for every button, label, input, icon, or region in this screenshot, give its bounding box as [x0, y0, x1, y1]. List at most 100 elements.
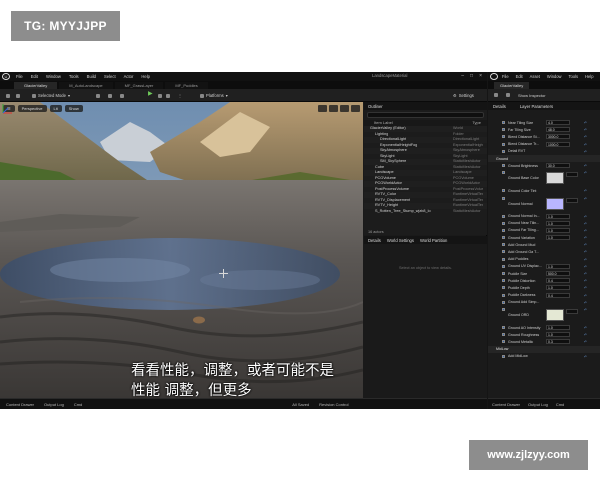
- save-button[interactable]: [494, 92, 498, 98]
- maximize-icon[interactable]: □: [470, 73, 473, 79]
- parameter-override-checkbox[interactable]: [502, 221, 505, 225]
- parameter-override-checkbox[interactable]: [502, 236, 505, 240]
- parameter-override-checkbox[interactable]: [502, 264, 505, 268]
- more-icon[interactable]: ⋮: [178, 92, 182, 99]
- reset-to-default-icon[interactable]: ↶: [584, 164, 587, 168]
- tab-world-settings[interactable]: World Settings: [387, 238, 414, 243]
- parameter-override-checkbox[interactable]: [502, 135, 505, 139]
- parameter-value-input[interactable]: 0.3: [546, 339, 570, 345]
- parameter-override-checkbox[interactable]: [502, 340, 505, 344]
- cinematics-icon[interactable]: [120, 92, 124, 99]
- play-icon[interactable]: ▶: [148, 90, 153, 97]
- reset-to-default-icon[interactable]: ↶: [584, 143, 587, 147]
- mode-dropdown[interactable]: Selected Mode ▾: [32, 92, 70, 99]
- texture-dropdown[interactable]: [566, 172, 578, 178]
- parameter-override-checkbox[interactable]: [502, 257, 505, 261]
- perspective-button[interactable]: Perspective: [17, 105, 47, 112]
- parameter-override-checkbox[interactable]: [502, 171, 505, 175]
- revision-control-button[interactable]: Revision Control: [319, 402, 348, 407]
- parameter-value-input[interactable]: 0.4: [546, 278, 570, 284]
- parameter-value-input[interactable]: 3000.0: [546, 134, 570, 140]
- output-log-button[interactable]: Output Log: [528, 402, 548, 407]
- parameter-override-checkbox[interactable]: [502, 307, 505, 311]
- cmd-input[interactable]: Cmd: [556, 402, 564, 407]
- texture-dropdown[interactable]: [566, 308, 578, 314]
- texture-thumbnail[interactable]: [546, 197, 564, 210]
- reset-to-default-icon[interactable]: ↶: [584, 128, 587, 132]
- all-saved-status[interactable]: All Saved: [292, 402, 309, 407]
- parameter-override-checkbox[interactable]: [502, 142, 505, 146]
- reset-to-default-icon[interactable]: ↶: [584, 236, 587, 240]
- platforms-dropdown[interactable]: Platforms ▾: [200, 92, 228, 99]
- parameter-value-input[interactable]: 1.0: [546, 285, 570, 291]
- reset-to-default-icon[interactable]: ↶: [584, 222, 587, 226]
- menu-tools[interactable]: Tools: [568, 74, 578, 79]
- content-icon[interactable]: [16, 92, 20, 99]
- texture-dropdown[interactable]: [566, 197, 578, 203]
- parameter-value-input[interactable]: 30.0: [546, 163, 570, 169]
- tab-material-instance[interactable]: GlacierValley: [494, 82, 530, 89]
- content-drawer-button[interactable]: Content Drawer: [492, 402, 520, 407]
- tab-puddles[interactable]: MF_Puddles: [165, 82, 208, 89]
- tab-layer-parameters[interactable]: Layer Parameters: [520, 104, 553, 109]
- menu-edit[interactable]: Edit: [31, 74, 38, 79]
- parameter-group-header[interactable]: MidLow: [488, 345, 600, 353]
- reset-to-default-icon[interactable]: ↶: [584, 171, 587, 175]
- reset-to-default-icon[interactable]: ↶: [584, 250, 587, 254]
- tab-grass-layer[interactable]: MF_GrassLayer: [114, 82, 164, 89]
- settings-button[interactable]: ⚙ Settings: [453, 92, 474, 99]
- parameter-value-input[interactable]: 0.4: [546, 292, 570, 298]
- parameter-override-checkbox[interactable]: [502, 286, 505, 290]
- reset-to-default-icon[interactable]: ↶: [584, 265, 587, 269]
- parameter-override-checkbox[interactable]: [502, 189, 505, 193]
- reset-to-default-icon[interactable]: ↶: [584, 308, 587, 312]
- parameter-override-checkbox[interactable]: [502, 128, 505, 132]
- content-drawer-button[interactable]: Content Drawer: [6, 402, 34, 407]
- parameter-value-input[interactable]: 1000.0: [546, 141, 570, 147]
- outliner-search-input[interactable]: [367, 112, 484, 118]
- outliner-row[interactable]: S_Rotten_Tree_Stump_wjzb8_lo StaticMeshAc…: [364, 209, 487, 215]
- parameter-value-input[interactable]: 1.0: [546, 332, 570, 338]
- reset-to-default-icon[interactable]: ↶: [584, 355, 587, 359]
- parameter-override-checkbox[interactable]: [502, 325, 505, 329]
- texture-thumbnail[interactable]: [546, 172, 564, 185]
- parameter-override-checkbox[interactable]: [502, 214, 505, 218]
- parameter-override-checkbox[interactable]: [502, 354, 505, 358]
- reset-to-default-icon[interactable]: ↶: [584, 121, 587, 125]
- tab-glacier-valley[interactable]: GlacierValley: [14, 82, 58, 89]
- browse-button[interactable]: [506, 92, 510, 98]
- menu-select[interactable]: Select: [104, 74, 116, 79]
- transform-tool-icon[interactable]: [318, 105, 327, 112]
- menu-build[interactable]: Build: [87, 74, 96, 79]
- parameter-override-checkbox[interactable]: [502, 279, 505, 283]
- camera-speed-icon[interactable]: [351, 105, 360, 112]
- show-button[interactable]: Show: [64, 105, 83, 112]
- parameter-override-checkbox[interactable]: [502, 272, 505, 275]
- add-actor-icon[interactable]: [96, 92, 100, 99]
- parameter-value-input[interactable]: 1.0: [546, 325, 570, 331]
- reset-to-default-icon[interactable]: ↶: [584, 135, 587, 139]
- show-inspector-button[interactable]: Show Inspector: [518, 93, 546, 98]
- parameter-override-checkbox[interactable]: [502, 293, 505, 297]
- menu-edit[interactable]: Edit: [516, 74, 523, 79]
- parameter-override-checkbox[interactable]: [502, 300, 505, 304]
- reset-to-default-icon[interactable]: ↶: [584, 326, 587, 330]
- reset-to-default-icon[interactable]: ↶: [584, 301, 587, 305]
- cmd-input[interactable]: Cmd: [74, 402, 82, 407]
- menu-asset[interactable]: Asset: [530, 74, 540, 79]
- parameter-override-checkbox[interactable]: [502, 333, 505, 337]
- reset-to-default-icon[interactable]: ↶: [584, 258, 587, 262]
- grid-snap-icon[interactable]: [340, 105, 349, 112]
- parameter-value-input[interactable]: 1.0: [546, 220, 570, 226]
- parameter-override-checkbox[interactable]: [502, 228, 505, 232]
- reset-to-default-icon[interactable]: ↶: [584, 333, 587, 337]
- menu-window[interactable]: Window: [46, 74, 61, 79]
- parameter-override-checkbox[interactable]: [502, 196, 505, 200]
- tab-world-partition[interactable]: World Partition: [420, 238, 447, 243]
- parameter-group-header[interactable]: Ground: [488, 154, 600, 163]
- parameter-value-input[interactable]: 4.0: [546, 120, 570, 126]
- parameter-value-input[interactable]: 1.0: [546, 235, 570, 241]
- tab-details[interactable]: Details: [368, 238, 381, 243]
- unreal-logo-icon[interactable]: U: [2, 73, 10, 80]
- reset-to-default-icon[interactable]: ↶: [584, 279, 587, 283]
